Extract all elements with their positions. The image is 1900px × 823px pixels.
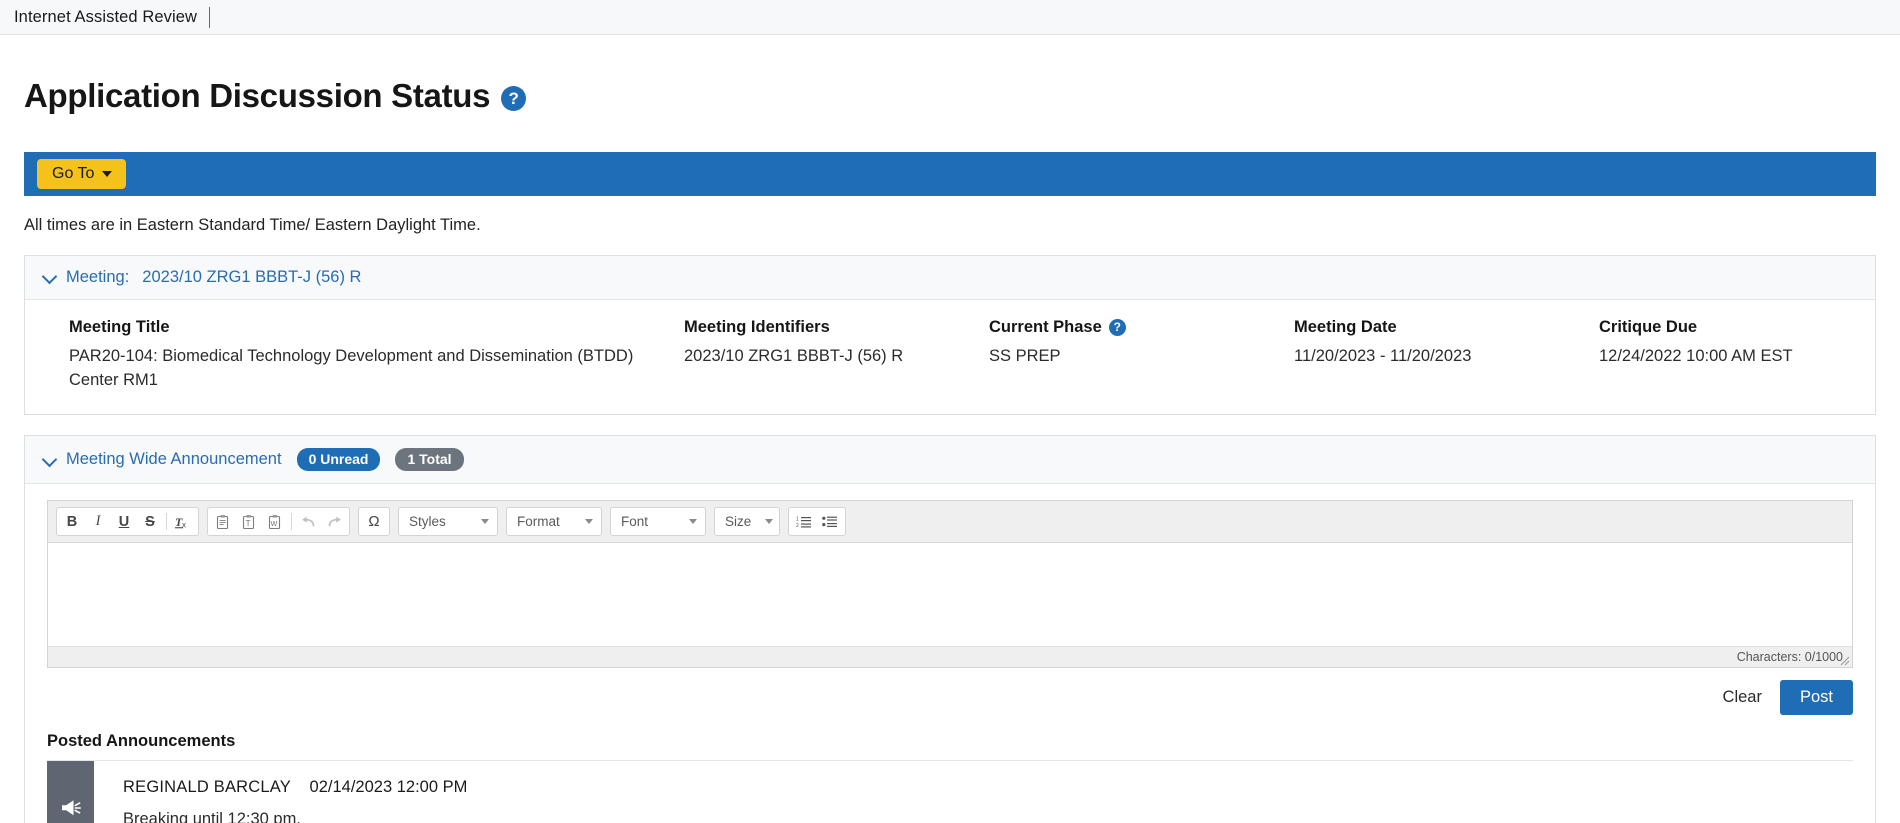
- unread-badge: 0 Unread: [296, 448, 381, 472]
- editor-toolbar: B I U S T x T W Ω Styles Format Font Siz…: [48, 501, 1852, 544]
- go-to-button[interactable]: Go To: [37, 158, 127, 189]
- remove-format-icon[interactable]: T x: [170, 509, 196, 534]
- format-dropdown-label: Format: [517, 514, 560, 530]
- chevron-down-icon: [43, 453, 57, 467]
- announcement-editor: B I U S T x T W Ω Styles Format Font Siz…: [47, 500, 1853, 669]
- meeting-value: 2023/10 ZRG1 BBBT-J (56) R: [142, 267, 362, 286]
- announcement-date: 02/14/2023 12:00 PM: [309, 778, 468, 797]
- announcement-panel-header[interactable]: Meeting Wide Announcement 0 Unread 1 Tot…: [25, 436, 1875, 485]
- font-dropdown[interactable]: Font: [610, 507, 706, 537]
- bulleted-list-icon[interactable]: [817, 509, 843, 534]
- action-bar: Go To: [24, 151, 1876, 196]
- announcement-body: B I U S T x T W Ω Styles Format Font Siz…: [25, 484, 1875, 823]
- svg-text:W: W: [271, 521, 278, 528]
- svg-text:1: 1: [796, 517, 799, 523]
- character-counter: Characters: 0/1000: [1736, 650, 1843, 665]
- meeting-panel: Meeting: 2023/10 ZRG1 BBBT-J (56) R Meet…: [24, 254, 1876, 416]
- toolbar-group-clipboard: T W: [207, 507, 350, 537]
- help-icon[interactable]: ?: [1108, 318, 1126, 336]
- svg-text:T: T: [246, 519, 251, 528]
- paste-from-word-icon[interactable]: W: [262, 509, 288, 534]
- meeting-field-current-phase: Current Phase ? SS PREP: [989, 318, 1294, 393]
- page-title: Application Discussion Status: [24, 77, 491, 115]
- editor-actions: Clear Post: [47, 680, 1853, 716]
- redo-icon[interactable]: [321, 509, 347, 534]
- field-label: Meeting Identifiers: [684, 317, 830, 336]
- format-dropdown[interactable]: Format: [506, 507, 602, 537]
- timezone-note: All times are in Eastern Standard Time/ …: [24, 215, 481, 234]
- posted-announcements-heading: Posted Announcements: [47, 732, 236, 751]
- announcement-icon-column: [47, 761, 94, 823]
- go-to-label: Go To: [52, 164, 95, 182]
- field-value: 2023/10 ZRG1 BBBT-J (56) R: [684, 346, 904, 365]
- svg-text:2: 2: [796, 523, 799, 528]
- editor-status-bar: Characters: 0/1000: [48, 646, 1852, 668]
- meeting-field-title: Meeting Title PAR20-104: Biomedical Tech…: [69, 318, 684, 393]
- meeting-field-meeting-date: Meeting Date 11/20/2023 - 11/20/2023: [1294, 318, 1599, 393]
- chevron-down-icon: [481, 519, 489, 525]
- top-utility-bar: Internet Assisted Review: [0, 0, 1900, 35]
- meeting-field-critique-due: Critique Due 12/24/2022 10:00 AM EST: [1599, 318, 1875, 393]
- size-dropdown[interactable]: Size: [714, 507, 780, 537]
- page-header: Application Discussion Status ?: [0, 35, 1900, 137]
- meeting-detail-grid: Meeting Title PAR20-104: Biomedical Tech…: [25, 300, 1875, 415]
- paste-icon[interactable]: [210, 509, 236, 534]
- megaphone-icon: [61, 800, 81, 816]
- chevron-down-icon: [765, 519, 774, 525]
- announcement-label: Meeting Wide Announcement: [66, 450, 282, 469]
- numbered-list-icon[interactable]: 1 2: [791, 509, 817, 534]
- underline-icon[interactable]: U: [111, 509, 137, 534]
- styles-dropdown-label: Styles: [409, 514, 446, 530]
- field-label: Meeting Date: [1294, 317, 1397, 336]
- clear-button[interactable]: Clear: [1705, 681, 1780, 714]
- chevron-down-icon: [689, 519, 697, 525]
- field-label: Meeting Title: [69, 317, 170, 336]
- meeting-label: Meeting:: [66, 267, 130, 286]
- topbar-divider: [209, 6, 211, 28]
- strikethrough-icon[interactable]: S: [137, 509, 163, 534]
- bold-icon[interactable]: B: [59, 509, 85, 534]
- field-value: 12/24/2022 10:00 AM EST: [1599, 346, 1793, 365]
- help-icon[interactable]: ?: [501, 85, 527, 111]
- field-label: Current Phase: [989, 317, 1102, 336]
- field-label: Critique Due: [1599, 317, 1698, 336]
- toolbar-group-lists: 1 2: [788, 507, 846, 537]
- italic-icon[interactable]: I: [85, 509, 111, 534]
- field-value: SS PREP: [989, 346, 1061, 365]
- field-value: PAR20-104: Biomedical Technology Develop…: [69, 346, 634, 389]
- size-dropdown-label: Size: [725, 514, 752, 530]
- toolbar-group-basic-styles: B I U S T x: [56, 507, 199, 537]
- field-value: 11/20/2023 - 11/20/2023: [1294, 346, 1472, 365]
- announcement-text-area[interactable]: [48, 543, 1852, 647]
- post-button[interactable]: Post: [1779, 680, 1853, 716]
- announcement-author: REGINALD BARCLAY: [123, 778, 291, 797]
- undo-icon[interactable]: [295, 509, 321, 534]
- announcement-text: Breaking until 12:30 pm.: [123, 810, 301, 823]
- chevron-down-icon: [585, 519, 593, 525]
- chevron-down-icon: [43, 270, 57, 284]
- list-item: REGINALD BARCLAY 02/14/2023 12:00 PM Bre…: [47, 760, 1853, 823]
- total-badge: 1 Total: [395, 448, 464, 472]
- meeting-field-identifiers: Meeting Identifiers 2023/10 ZRG1 BBBT-J …: [684, 318, 989, 393]
- meeting-wide-announcement-panel: Meeting Wide Announcement 0 Unread 1 Tot…: [24, 435, 1876, 823]
- toolbar-divider: [166, 513, 167, 531]
- paste-as-plain-text-icon[interactable]: T: [236, 509, 262, 534]
- chevron-down-icon: [102, 170, 113, 177]
- font-dropdown-label: Font: [621, 514, 649, 530]
- announcement-content: REGINALD BARCLAY 02/14/2023 12:00 PM Bre…: [94, 761, 467, 823]
- toolbar-group-insert: Ω: [358, 507, 390, 537]
- special-character-icon[interactable]: Ω: [361, 509, 387, 534]
- meeting-panel-header[interactable]: Meeting: 2023/10 ZRG1 BBBT-J (56) R: [25, 255, 1875, 300]
- styles-dropdown[interactable]: Styles: [398, 507, 498, 537]
- app-title: Internet Assisted Review: [14, 7, 198, 26]
- resize-grip-icon[interactable]: [1840, 656, 1850, 666]
- toolbar-divider: [291, 513, 292, 531]
